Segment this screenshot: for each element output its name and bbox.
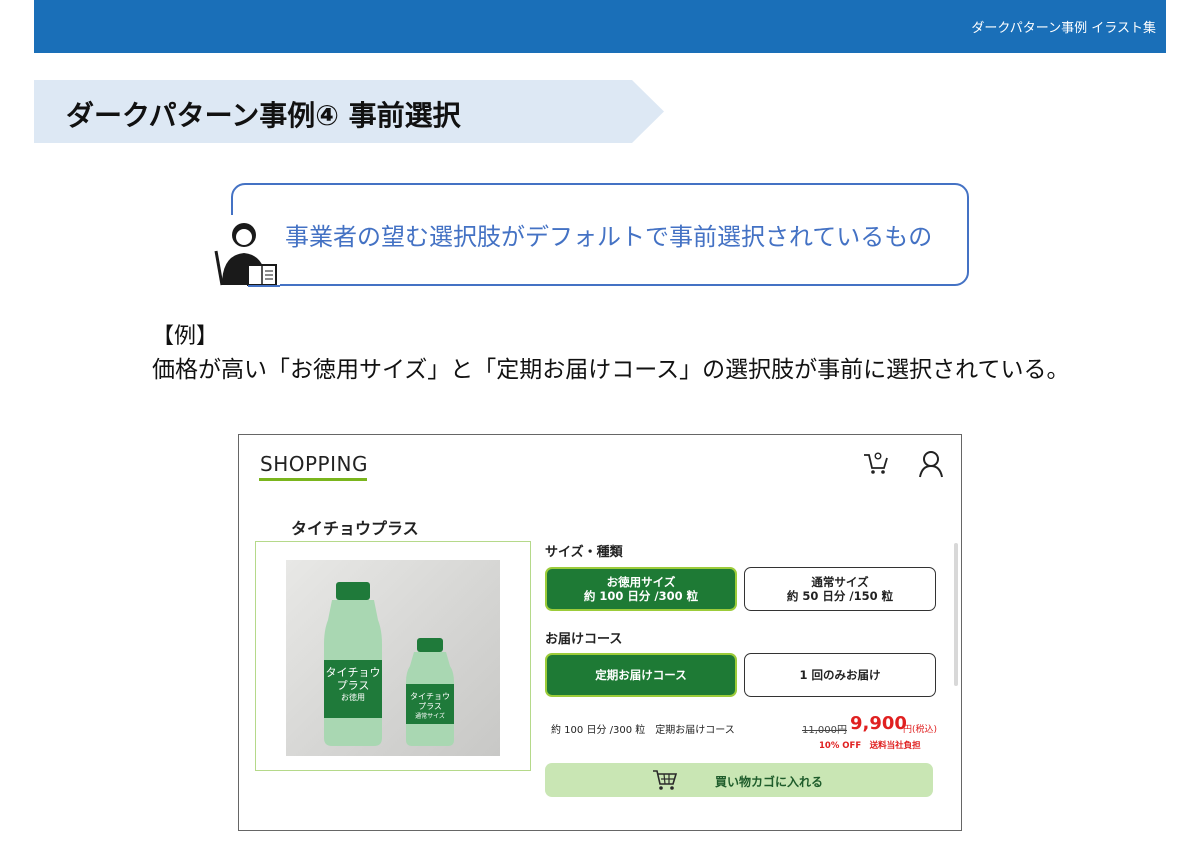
discount-note: 10% OFF 送料当社負担 (819, 741, 921, 751)
small-bottle-line1: タイチョウ (410, 692, 450, 701)
size-option-value[interactable]: お徳用サイズ 約 100 日分 /300 粒 (545, 567, 737, 611)
section-banner: ダークパターン事例④ 事前選択 (34, 80, 664, 143)
bottles-illustration: タイチョウ プラス お徳用 タイチョウ プラス 通常サイズ (324, 582, 454, 746)
product-name: タイチョウプラス (291, 519, 419, 538)
shop-mockup: SHOPPING タイチョウプラス タイチョウ プラス お徳用 タイチョウ プラ… (238, 434, 962, 831)
definition-box: 事業者の望む選択肢がデフォルトで事前選択されているもの (231, 183, 969, 286)
add-to-cart-button[interactable]: 買い物カゴに入れる (545, 763, 933, 797)
logo-underline (259, 478, 367, 481)
section-title: ダークパターン事例④ 事前選択 (66, 99, 461, 132)
size-section-label: サイズ・種類 (545, 545, 623, 560)
example-label: 【例】 (152, 324, 219, 349)
header-title: ダークパターン事例 イラスト集 (971, 21, 1156, 36)
large-bottle-cap (336, 582, 370, 600)
course-option-subscription[interactable]: 定期お届けコース (545, 653, 737, 697)
header-bar: ダークパターン事例 イラスト集 (34, 0, 1166, 53)
course-option-once[interactable]: 1 回のみお届け (744, 653, 936, 697)
small-bottle-line3: 通常サイズ (415, 712, 445, 720)
original-price: 11,000円 (802, 725, 847, 736)
small-bottle-line2: プラス (418, 702, 442, 711)
example-text: 価格が高い「お徳用サイズ」と「定期お届けコース」の選択肢が事前に選択されている。 (152, 357, 1070, 383)
shop-logo[interactable]: SHOPPING (260, 452, 368, 476)
size-option-value-qty: 約 100 日分 /300 粒 (583, 589, 699, 603)
large-bottle-line3: お徳用 (341, 692, 365, 702)
size-option-regular-qty: 約 50 日分 /150 粒 (786, 589, 894, 603)
course-option-subscription-label: 定期お届けコース (595, 668, 687, 682)
scrollbar[interactable] (954, 543, 958, 686)
add-to-cart-label: 買い物カゴに入れる (715, 775, 824, 789)
large-bottle-line2: プラス (337, 679, 370, 692)
course-section-label: お届けコース (545, 632, 623, 647)
definition-text: 事業者の望む選択肢がデフォルトで事前選択されているもの (285, 223, 933, 251)
cart-icon (653, 770, 678, 790)
size-option-regular[interactable]: 通常サイズ 約 50 日分 /150 粒 (744, 567, 936, 611)
price-suffix: 円(税込) (903, 725, 938, 735)
product-photo: タイチョウ プラス お徳用 タイチョウ プラス 通常サイズ (286, 560, 500, 756)
order-summary: 約 100 日分 /300 粒 定期お届けコース (551, 725, 735, 736)
course-option-once-label: 1 回のみお届け (799, 668, 881, 682)
size-option-value-name: お徳用サイズ (606, 575, 676, 589)
large-bottle-line1: タイチョウ (326, 666, 381, 679)
teacher-icon (208, 215, 280, 287)
user-icon[interactable] (918, 450, 944, 478)
sale-price: 9,900 (850, 713, 907, 734)
cart-icon[interactable] (862, 450, 890, 476)
small-bottle-cap (417, 638, 443, 652)
size-option-regular-name: 通常サイズ (811, 575, 869, 589)
product-image-frame: タイチョウ プラス お徳用 タイチョウ プラス 通常サイズ (255, 541, 531, 771)
